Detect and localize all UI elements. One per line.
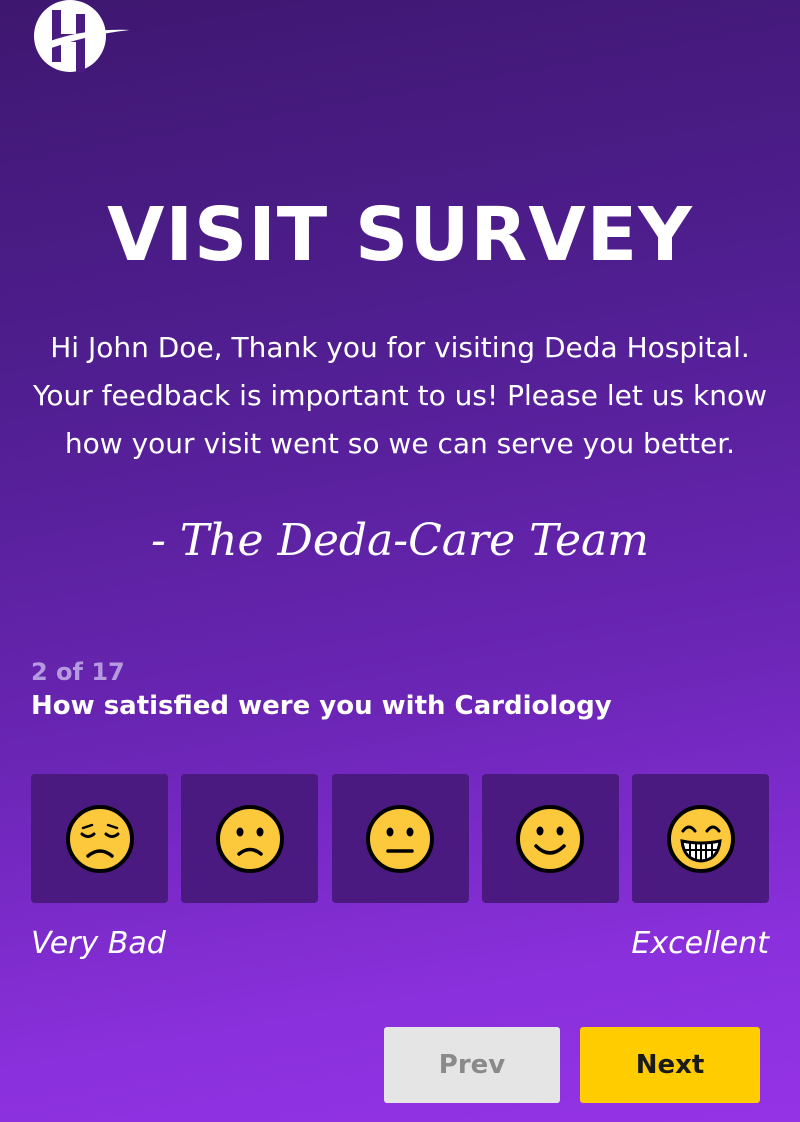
rating-neutral-button[interactable] [331,774,469,903]
rating-options [31,774,769,903]
intro-message: Hi John Doe, Thank you for visiting Deda… [32,331,768,460]
next-button[interactable]: Next [580,1027,760,1103]
very-bad-face-icon [65,804,134,873]
bad-face-icon [215,804,284,873]
question-text: How satisfied were you with Cardiology [31,691,612,721]
rating-very-bad-button[interactable] [31,774,168,903]
neutral-face-icon [366,804,434,873]
scale-high-label: Excellent [631,926,769,961]
team-signature: - The Deda-Care Team [150,515,650,566]
good-face-icon [516,804,585,873]
question-progress: 2 of 17 [31,658,125,686]
page-title: VISIT SURVEY [107,192,693,278]
scale-low-label: Very Bad [31,926,166,961]
rating-good-button[interactable] [481,774,619,903]
rating-excellent-button[interactable] [632,774,769,903]
rating-bad-button[interactable] [181,774,319,903]
excellent-face-icon [666,804,735,873]
prev-button[interactable]: Prev [384,1027,560,1103]
hospital-logo-icon [34,0,130,72]
